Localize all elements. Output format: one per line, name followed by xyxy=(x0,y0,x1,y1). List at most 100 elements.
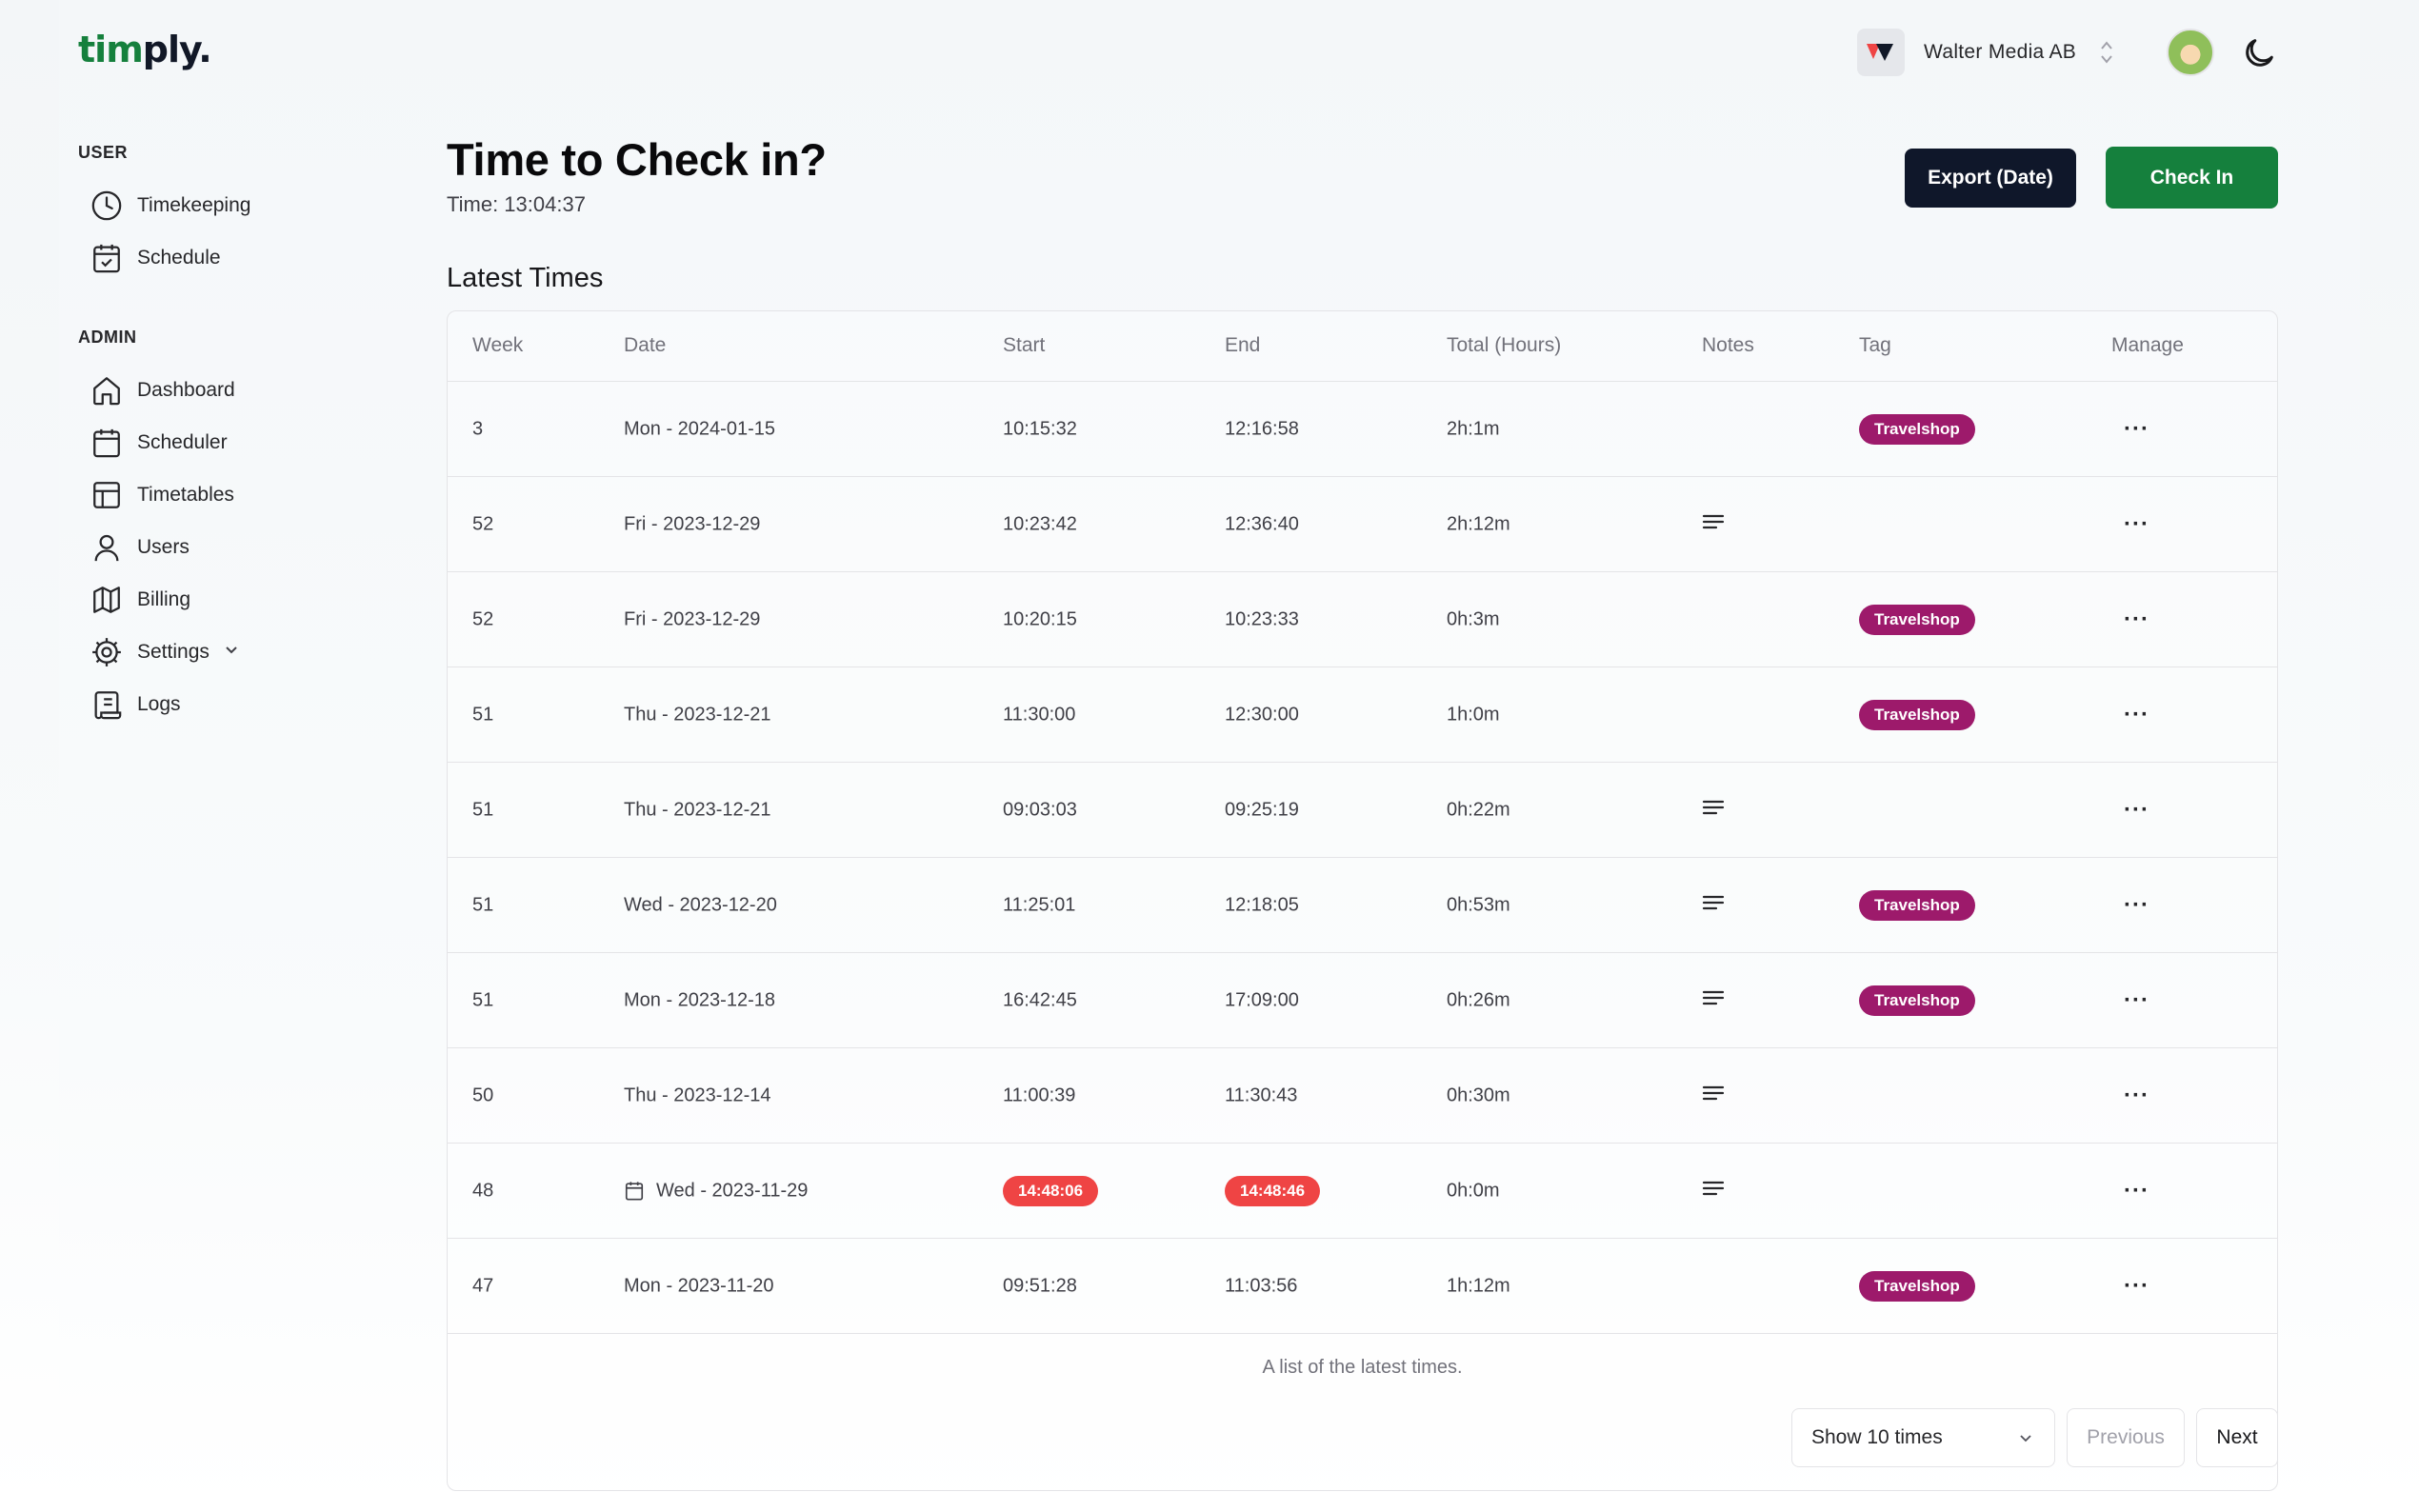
moon-icon[interactable] xyxy=(2240,34,2278,72)
sidebar-item-logs[interactable]: Logs xyxy=(78,678,383,730)
cell-start: 09:03:03 xyxy=(1003,799,1077,820)
cell-start: 10:20:15 xyxy=(1003,608,1077,629)
cell-start: 09:51:28 xyxy=(1003,1275,1077,1296)
org-switcher[interactable]: Walter Media AB xyxy=(1857,29,2114,76)
map-icon xyxy=(90,583,124,617)
current-time: Time: 13:04:37 xyxy=(447,192,586,216)
cell-total: 1h:0m xyxy=(1447,704,1500,725)
tag-badge: Travelshop xyxy=(1859,1270,1975,1302)
cell-date: Wed - 2023-11-29 xyxy=(624,1180,808,1202)
notes-icon[interactable] xyxy=(1702,512,1725,537)
more-options-icon[interactable]: ··· xyxy=(2124,797,2149,824)
cell-end: 11:03:56 xyxy=(1225,1275,1298,1296)
page-size-label: Show 10 times xyxy=(1811,1426,1943,1448)
sidebar-item-dashboard[interactable]: Dashboard xyxy=(78,364,383,416)
sidebar-item-label: Billing xyxy=(137,587,191,610)
sidebar-item-label: Schedule xyxy=(137,246,221,269)
clock-icon xyxy=(90,189,124,223)
cell-start: 14:48:06 xyxy=(1003,1175,1099,1206)
cell-week: 52 xyxy=(472,608,494,629)
sidebar-item-label: Timetables xyxy=(137,483,234,506)
cell-week: 52 xyxy=(472,513,494,534)
table-row: 51 Thu - 2023-12-21 11:30:00 12:30:00 1h:0m T… xyxy=(448,667,2277,763)
cell-date-text: Thu - 2023-12-21 xyxy=(624,704,771,725)
calendar-icon xyxy=(624,1181,645,1202)
more-options-icon[interactable]: ··· xyxy=(2124,607,2149,633)
cell-start: 11:25:01 xyxy=(1003,894,1076,915)
sidebar-item-billing[interactable]: Billing xyxy=(78,573,383,626)
notes-icon[interactable] xyxy=(1702,1179,1725,1204)
cell-date-text: Fri - 2023-12-29 xyxy=(624,513,761,534)
header-end: End xyxy=(1225,334,1261,356)
export-date-button[interactable]: Export (Date) xyxy=(1905,149,2076,208)
org-name: Walter Media AB xyxy=(1924,41,2077,63)
cell-date: Mon - 2023-11-20 xyxy=(624,1275,774,1297)
sidebar-item-timekeeping[interactable]: Timekeeping xyxy=(78,179,383,231)
notes-icon[interactable] xyxy=(1702,893,1725,918)
sidebar-item-label: Timekeeping xyxy=(137,193,251,216)
more-options-icon[interactable]: ··· xyxy=(2124,1178,2149,1204)
notes-icon[interactable] xyxy=(1702,988,1725,1013)
cell-week: 51 xyxy=(472,704,494,725)
latest-times-table: Week Date Start End Total (Hours) Notes … xyxy=(447,310,2278,1491)
cell-start: 11:30:00 xyxy=(1003,704,1076,725)
table-row: 51 Thu - 2023-12-21 09:03:03 09:25:19 0h:22m… xyxy=(448,763,2277,858)
app-logo[interactable]: timply. xyxy=(78,29,212,70)
calendar-icon xyxy=(90,426,124,460)
cell-start: 10:15:32 xyxy=(1003,418,1077,439)
more-options-icon[interactable]: ··· xyxy=(2124,416,2149,443)
cell-start: 16:42:45 xyxy=(1003,989,1077,1010)
tag-badge: Travelshop xyxy=(1859,699,1975,730)
more-options-icon[interactable]: ··· xyxy=(2124,1083,2149,1109)
logo-prefix: tim xyxy=(78,29,144,70)
chevron-down-icon[interactable] xyxy=(223,641,240,663)
more-options-icon[interactable]: ··· xyxy=(2124,987,2149,1014)
cell-tag: Travelshop xyxy=(1859,985,1975,1016)
table-row: 52 Fri - 2023-12-29 10:23:42 12:36:40 2h:12m… xyxy=(448,477,2277,572)
more-options-icon[interactable]: ··· xyxy=(2124,1273,2149,1300)
cell-total: 0h:26m xyxy=(1447,989,1510,1010)
cell-end: 12:16:58 xyxy=(1225,418,1299,439)
sidebar-item-schedule[interactable]: Schedule xyxy=(78,231,383,284)
sidebar-item-timetables[interactable]: Timetables xyxy=(78,468,383,521)
table-row: 51 Wed - 2023-12-20 11:25:01 12:18:05 0h:53m… xyxy=(448,858,2277,953)
cell-date: Thu - 2023-12-21 xyxy=(624,799,771,821)
sidebar: USER Timekeeping Schedule ADMIN Dashboar… xyxy=(78,143,383,730)
more-options-icon[interactable]: ··· xyxy=(2124,511,2149,538)
table-row: 48 Wed - 2023-11-29 14:48:06 14:48:46 0h:0m ·… xyxy=(448,1144,2277,1239)
header-week: Week xyxy=(472,334,524,356)
more-options-icon[interactable]: ··· xyxy=(2124,892,2149,919)
page-size-select[interactable]: Show 10 times xyxy=(1791,1408,2055,1467)
cell-tag: Travelshop xyxy=(1859,413,1975,445)
cell-date-text: Thu - 2023-12-14 xyxy=(624,1084,771,1105)
end-time-badge: 14:48:46 xyxy=(1225,1175,1321,1206)
cell-tag: Travelshop xyxy=(1859,604,1975,635)
cell-total: 2h:1m xyxy=(1447,418,1500,439)
cell-tag: Travelshop xyxy=(1859,699,1975,730)
user-icon xyxy=(90,530,124,565)
notes-icon[interactable] xyxy=(1702,798,1725,823)
sidebar-item-label: Logs xyxy=(137,692,181,715)
cell-end: 10:23:33 xyxy=(1225,608,1299,629)
app-background: timply. Walter Media AB USER Timekeeping xyxy=(0,0,2419,1512)
cell-date-text: Mon - 2024-01-15 xyxy=(624,418,775,439)
cell-date: Wed - 2023-12-20 xyxy=(624,894,777,916)
tag-badge: Travelshop xyxy=(1859,604,1975,635)
table-row: 3 Mon - 2024-01-15 10:15:32 12:16:58 2h:1m Tr… xyxy=(448,382,2277,477)
user-avatar[interactable] xyxy=(2167,29,2214,76)
sidebar-item-scheduler[interactable]: Scheduler xyxy=(78,416,383,468)
more-options-icon[interactable]: ··· xyxy=(2124,702,2149,728)
previous-page-button[interactable]: Previous xyxy=(2067,1408,2185,1467)
cell-week: 47 xyxy=(472,1275,494,1296)
next-page-button[interactable]: Next xyxy=(2196,1408,2278,1467)
check-in-button[interactable]: Check In xyxy=(2106,147,2278,209)
sidebar-item-settings[interactable]: Settings xyxy=(78,626,383,678)
table-row: 50 Thu - 2023-12-14 11:00:39 11:30:43 0h:30m… xyxy=(448,1048,2277,1144)
notes-icon[interactable] xyxy=(1702,1084,1725,1108)
cell-start: 11:00:39 xyxy=(1003,1084,1076,1105)
sidebar-item-users[interactable]: Users xyxy=(78,521,383,573)
cell-end: 17:09:00 xyxy=(1225,989,1299,1010)
cell-date-text: Wed - 2023-11-29 xyxy=(656,1180,809,1201)
cell-total: 0h:3m xyxy=(1447,608,1500,629)
